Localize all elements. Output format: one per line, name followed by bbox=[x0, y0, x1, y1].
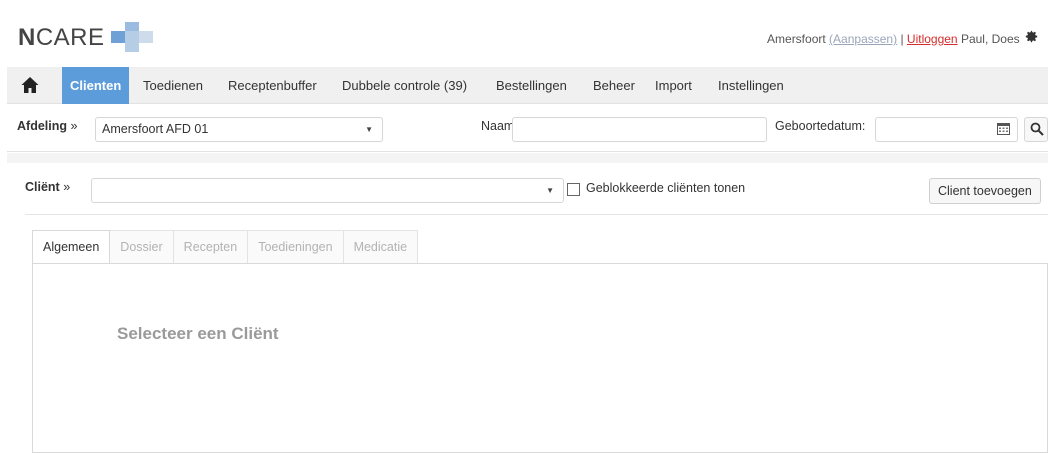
chevron-down-icon: ▼ bbox=[365, 125, 373, 134]
chevron-down-icon: ▼ bbox=[546, 186, 554, 195]
select-client-placeholder: Selecteer een Cliënt bbox=[117, 324, 279, 343]
search-icon bbox=[1030, 122, 1044, 139]
nav-item-dubbele-controle[interactable]: Dubbele controle (39) bbox=[334, 67, 475, 104]
afdeling-label: Afdeling » bbox=[17, 119, 78, 133]
blocked-clients-label[interactable]: Geblokkeerde cliënten tonen bbox=[586, 181, 745, 195]
nav-item-toedienen[interactable]: Toedienen bbox=[135, 67, 211, 104]
tab-dossier[interactable]: Dossier bbox=[110, 230, 174, 264]
search-button[interactable] bbox=[1024, 117, 1048, 142]
blocked-clients-checkbox[interactable] bbox=[567, 183, 580, 196]
app-frame: NCARE Amersfoort (Aanpassen) | Uitloggen… bbox=[7, 0, 1048, 453]
nav-item-clienten[interactable]: Clienten bbox=[62, 67, 130, 104]
nav-item-bestellingen[interactable]: Bestellingen bbox=[488, 67, 575, 104]
nav-item-import[interactable]: Import bbox=[647, 67, 700, 104]
client-row-separator bbox=[25, 214, 1048, 215]
logo-text: NCARE bbox=[18, 24, 105, 51]
client-tabs: Algemeen Dossier Recepten Toedieningen M… bbox=[32, 230, 419, 264]
nav-item-receptenbuffer[interactable]: Receptenbuffer bbox=[220, 67, 325, 104]
location-text: Amersfoort bbox=[767, 32, 826, 46]
naam-input[interactable] bbox=[512, 117, 767, 142]
nav-item-instellingen[interactable]: Instellingen bbox=[710, 67, 792, 104]
filter-bar: Afdeling » Amersfoort AFD 01 ▼ Naam: Geb… bbox=[7, 112, 1048, 152]
logo-cross-icon bbox=[109, 14, 155, 54]
tab-toedieningen[interactable]: Toedieningen bbox=[248, 230, 344, 264]
section-divider bbox=[7, 153, 1048, 163]
client-selector-row: Cliënt » ▼ Geblokkeerde cliënten tonen C… bbox=[7, 163, 1048, 215]
calendar-icon[interactable] bbox=[997, 122, 1011, 136]
main-navbar: Clienten Toedienen Receptenbuffer Dubbel… bbox=[7, 67, 1048, 104]
logout-link[interactable]: Uitloggen bbox=[907, 32, 958, 46]
gear-icon[interactable] bbox=[1025, 30, 1038, 46]
tab-panel: Selecteer een Cliënt bbox=[32, 263, 1048, 453]
add-client-button[interactable]: Client toevoegen bbox=[929, 178, 1041, 204]
client-label: Cliënt » bbox=[25, 180, 71, 194]
geboortedatum-input[interactable] bbox=[875, 117, 1018, 142]
window-edge bbox=[0, 0, 7, 443]
tab-medicatie[interactable]: Medicatie bbox=[343, 230, 419, 264]
client-select[interactable]: ▼ bbox=[91, 178, 564, 203]
tab-recepten[interactable]: Recepten bbox=[173, 230, 249, 264]
logo[interactable]: NCARE bbox=[18, 22, 155, 54]
geboortedatum-label: Geboortedatum: bbox=[775, 119, 866, 133]
app-header: NCARE Amersfoort (Aanpassen) | Uitloggen… bbox=[7, 0, 1048, 66]
userbar-separator: | bbox=[900, 32, 904, 46]
user-bar: Amersfoort (Aanpassen) | Uitloggen Paul,… bbox=[767, 30, 1038, 46]
adjust-location-link[interactable]: (Aanpassen) bbox=[829, 32, 897, 46]
home-icon[interactable] bbox=[21, 76, 39, 94]
afdeling-select[interactable]: Amersfoort AFD 01 ▼ bbox=[95, 117, 383, 142]
tab-algemeen[interactable]: Algemeen bbox=[32, 230, 111, 264]
user-name: Paul, Does bbox=[960, 32, 1020, 46]
nav-item-beheer[interactable]: Beheer bbox=[585, 67, 643, 104]
